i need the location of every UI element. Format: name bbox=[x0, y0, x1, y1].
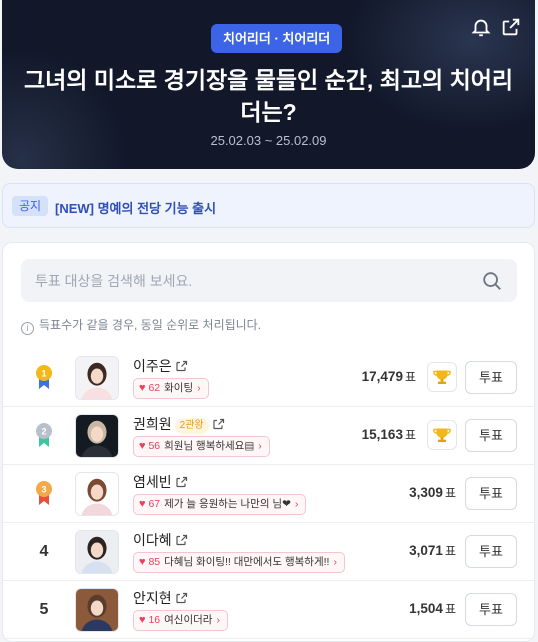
candidate-photo[interactable] bbox=[75, 356, 119, 400]
rank-number: 2 bbox=[41, 427, 46, 437]
vote-unit: 표 bbox=[444, 602, 456, 616]
external-link-icon[interactable] bbox=[213, 418, 225, 430]
external-link-icon[interactable] bbox=[176, 476, 188, 488]
share-icon[interactable] bbox=[500, 16, 522, 38]
bell-icon[interactable] bbox=[470, 16, 492, 38]
trophy-button[interactable] bbox=[427, 362, 457, 392]
rank-number: 4 bbox=[39, 543, 49, 560]
cheer-message-button[interactable]: ♥ 56 희원님 행복하세요▤ › bbox=[133, 436, 270, 457]
candidate-name[interactable]: 안지현 bbox=[133, 590, 172, 606]
cheer-message-button[interactable]: ♥ 16 여신이더라 › bbox=[133, 610, 228, 631]
heart-icon: ♥ bbox=[139, 382, 146, 394]
rank-medal-icon: 2 bbox=[36, 423, 52, 447]
category-tag: 치어리더 · 치어리더 bbox=[211, 24, 343, 53]
vote-count: 1,504 표 bbox=[409, 600, 456, 617]
external-link-icon[interactable] bbox=[176, 534, 188, 546]
rank-number: 3 bbox=[41, 485, 46, 495]
chevron-right-icon: › bbox=[216, 614, 220, 626]
candidate-name-link[interactable]: 염세빈 bbox=[133, 472, 188, 492]
candidate-name-link[interactable]: 이주은 bbox=[133, 356, 188, 376]
candidate-name[interactable]: 이주은 bbox=[133, 358, 172, 374]
cheer-text: 화이팅 bbox=[164, 382, 194, 394]
candidate-name[interactable]: 염세빈 bbox=[133, 474, 172, 490]
rank-medal-icon: 3 bbox=[36, 481, 52, 505]
vote-number: 3,309 bbox=[409, 485, 443, 500]
event-date: 25.02.03 ~ 25.02.09 bbox=[210, 133, 327, 148]
cheer-message-button[interactable]: ♥ 67 제가 늘 응원하는 나만의 님❤ › bbox=[133, 494, 307, 515]
vote-button[interactable]: 투표 bbox=[465, 535, 517, 568]
candidate-row: 5 안지현 ♥ 16 여신이더라 › 1,504 표 투표 bbox=[3, 581, 534, 639]
candidate-name-link[interactable]: 이다혜 bbox=[133, 530, 188, 550]
award-badge: 2관왕 bbox=[174, 418, 209, 434]
candidate-row: 3 염세빈 ♥ 67 제가 늘 응원하는 나만의 님❤ › 3,309 표 투표 bbox=[3, 465, 534, 523]
cheer-text: 희원님 행복하세요▤ bbox=[164, 440, 255, 452]
candidate-name[interactable]: 권희원 bbox=[133, 416, 172, 432]
vote-count: 3,071 표 bbox=[409, 542, 456, 559]
vote-button[interactable]: 투표 bbox=[465, 419, 517, 452]
cheer-text: 다혜님 화이팅!! 대만에서도 행복하게!! bbox=[164, 556, 330, 568]
candidate-name-link[interactable]: 안지현 bbox=[133, 588, 188, 608]
trophy-button[interactable] bbox=[427, 420, 457, 450]
vote-button[interactable]: 투표 bbox=[465, 593, 517, 626]
search-bar[interactable] bbox=[21, 259, 517, 302]
rank-number: 1 bbox=[41, 369, 46, 379]
rank-medal-icon: 1 bbox=[36, 365, 52, 389]
search-icon[interactable] bbox=[481, 270, 503, 292]
chevron-right-icon: › bbox=[294, 498, 299, 510]
vote-button[interactable]: 투표 bbox=[465, 361, 517, 394]
chevron-right-icon: › bbox=[258, 440, 262, 452]
vote-button[interactable]: 투표 bbox=[465, 477, 517, 510]
vote-unit: 표 bbox=[444, 486, 456, 500]
event-title: 그녀의 미소로 경기장을 물들인 순간, 최고의 치어리더는? bbox=[23, 67, 514, 125]
trophy-icon bbox=[433, 428, 451, 442]
cheer-count: 16 bbox=[148, 614, 161, 626]
notice-badge: 공지 bbox=[12, 196, 49, 216]
info-icon: i bbox=[21, 322, 34, 335]
heart-icon: ♥ bbox=[139, 614, 146, 626]
vote-count: 17,479 표 bbox=[362, 368, 416, 385]
ranking-panel: i득표수가 같을 경우, 동일 순위로 처리됩니다. 1 이주은♥ 62화이팅›… bbox=[2, 242, 535, 642]
chevron-right-icon: › bbox=[197, 382, 201, 394]
external-link-icon[interactable] bbox=[176, 592, 188, 604]
search-input[interactable] bbox=[35, 259, 465, 302]
vote-number: 17,479 bbox=[361, 369, 403, 384]
candidate-name-link[interactable]: 권희원 2관왕 bbox=[133, 414, 225, 434]
heart-icon: ♥ bbox=[139, 498, 146, 510]
info-text: 득표수가 같을 경우, 동일 순위로 처리됩니다. bbox=[39, 318, 262, 332]
vote-number: 15,163 bbox=[361, 427, 403, 442]
heart-icon: ♥ bbox=[139, 556, 146, 568]
cheer-message-button[interactable]: ♥ 85 다혜님 화이팅!! 대만에서도 행복하게!! › bbox=[133, 552, 345, 573]
vote-number: 1,504 bbox=[409, 601, 443, 616]
cheer-count: 67 bbox=[148, 498, 161, 510]
external-link-icon[interactable] bbox=[176, 360, 188, 372]
vote-count: 15,163 표 bbox=[362, 426, 416, 443]
candidate-row: 4 이다혜 ♥ 85 다혜님 화이팅!! 대만에서도 행복하게!! › 3,071 표 투표 bbox=[3, 523, 534, 581]
candidate-row: 2 권희원 2관왕 ♥ 56 희원님 행복하세요▤ › 15,163 표 투표 bbox=[3, 407, 534, 465]
candidate-name[interactable]: 이다혜 bbox=[133, 532, 172, 548]
notice-banner[interactable]: 공지 [NEW] 명예의 전당 기능 출시 bbox=[2, 183, 535, 228]
cheer-text: 여신이더라 bbox=[164, 614, 213, 626]
chevron-right-icon: › bbox=[333, 556, 337, 568]
vote-count: 3,309 표 bbox=[409, 484, 456, 501]
notice-text[interactable]: [NEW] 명예의 전당 기능 출시 bbox=[55, 198, 216, 217]
event-header: 치어리더 · 치어리더 그녀의 미소로 경기장을 물들인 순간, 최고의 치어리… bbox=[2, 0, 535, 169]
candidate-photo[interactable] bbox=[75, 472, 119, 516]
vote-number: 3,071 bbox=[409, 543, 443, 558]
vote-unit: 표 bbox=[404, 428, 416, 442]
cheer-count: 56 bbox=[148, 440, 161, 452]
vote-unit: 표 bbox=[444, 544, 456, 558]
rank-number: 5 bbox=[39, 601, 49, 618]
cheer-text: 제가 늘 응원하는 나만의 님❤ bbox=[164, 498, 291, 510]
trophy-icon bbox=[433, 370, 451, 384]
candidate-photo[interactable] bbox=[75, 530, 119, 574]
candidate-photo[interactable] bbox=[75, 414, 119, 458]
candidate-photo[interactable] bbox=[75, 588, 119, 632]
cheer-count: 85 bbox=[148, 556, 161, 568]
cheer-count: 62 bbox=[148, 382, 161, 394]
heart-icon: ♥ bbox=[139, 440, 146, 452]
tie-rule-notice: i 득표수가 같을 경우, 동일 순위로 처리됩니다. bbox=[21, 316, 261, 335]
candidate-row: 1 이주은 ♥ 62 화이팅 › 17,479 표 투표 bbox=[3, 349, 534, 407]
vote-unit: 표 bbox=[404, 370, 416, 384]
cheer-message-button[interactable]: ♥ 62 화이팅 › bbox=[133, 378, 209, 399]
